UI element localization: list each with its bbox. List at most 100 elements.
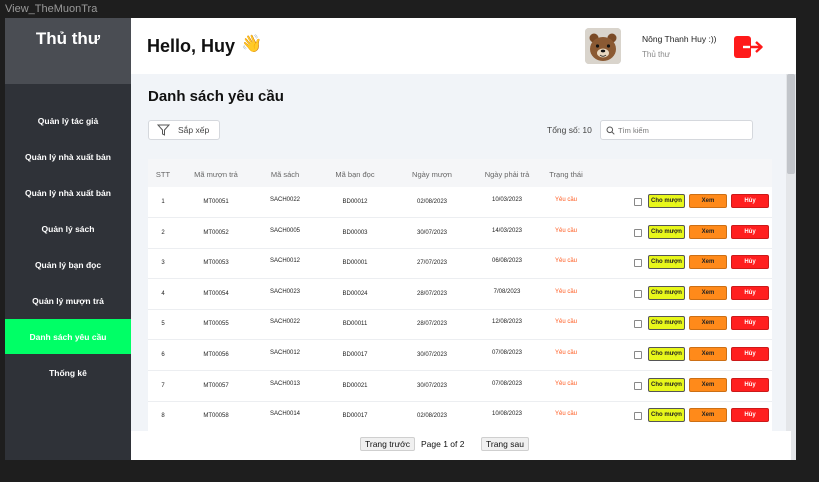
row-checkbox[interactable]: [634, 351, 642, 359]
table-row: 1 MT00051 SACH0022 BD00012 02/08/2023 10/03/2…: [148, 187, 772, 218]
total-count: Tổng số: 10: [547, 125, 592, 135]
approve-button[interactable]: Cho mượn: [648, 285, 685, 300]
cancel-button[interactable]: Hủy: [731, 347, 769, 361]
user-role: Thủ thư: [642, 50, 671, 59]
sidebar-item[interactable]: Quản lý sách: [5, 211, 131, 246]
frame-label: View_TheMuonTra: [5, 3, 98, 15]
table-cell: 10/08/2023: [491, 411, 523, 418]
table-cell: BD00017: [342, 413, 368, 420]
view-button[interactable]: Xem: [689, 255, 727, 270]
table-cell: MT00057: [203, 382, 229, 389]
sidebar-item[interactable]: Quản lý tác giả: [5, 103, 131, 138]
column-header[interactable]: STT: [156, 170, 170, 179]
sidebar-item[interactable]: Danh sách yêu cầu: [5, 319, 131, 354]
table-cell: 12/08/2023: [491, 319, 523, 326]
page-scrollbar[interactable]: [786, 74, 796, 460]
row-checkbox[interactable]: [634, 412, 642, 421]
table-cell: 4: [161, 290, 165, 297]
row-checkbox[interactable]: [634, 289, 642, 298]
table-cell: 5: [161, 321, 165, 328]
sidebar-item[interactable]: Quản lý mượn trả: [5, 283, 131, 318]
column-header[interactable]: Ngày mượn: [412, 170, 452, 179]
status-badge: Yêu cầu: [554, 197, 578, 203]
column-header[interactable]: Ngày phải trả: [485, 170, 530, 179]
table-cell: BD00017: [342, 352, 368, 358]
table-row: 6 MT00056 SACH0012 BD00017 30/07/2023 07/08/2…: [148, 340, 772, 371]
column-header[interactable]: Mã mượn trả: [194, 170, 238, 179]
row-checkbox[interactable]: [634, 320, 642, 329]
approve-button[interactable]: Cho mượn: [648, 316, 685, 331]
cancel-button[interactable]: Hủy: [731, 408, 769, 423]
table-row: 3 MT00053 SACH0012 BD00001 27/07/2023 06/08/2…: [148, 248, 772, 280]
row-checkbox[interactable]: [634, 381, 642, 390]
bear-avatar-icon[interactable]: [585, 28, 621, 64]
cancel-button[interactable]: Hủy: [731, 194, 769, 208]
view-button[interactable]: Xem: [689, 377, 727, 392]
table-row: 8 MT00058 SACH0014 BD00017 02/08/2023 10/08/2…: [148, 401, 772, 431]
logout-icon[interactable]: [733, 35, 765, 59]
status-badge: Yêu cầu: [554, 227, 578, 234]
table-cell: SACH0022: [269, 197, 301, 203]
search-box[interactable]: [600, 120, 753, 140]
table-row: 5 MT00055 SACH0022 BD00011 28/07/2023 12/08/2…: [148, 309, 772, 341]
row-checkbox[interactable]: [634, 259, 642, 268]
view-button[interactable]: Xem: [689, 285, 727, 300]
table-cell: 28/07/2023: [416, 321, 448, 328]
approve-button[interactable]: Cho mượn: [648, 255, 685, 270]
approve-button[interactable]: Cho mượn: [648, 224, 685, 239]
approve-button[interactable]: Cho mượn: [648, 408, 685, 423]
greeting: Hello, Huy: [147, 36, 236, 56]
table-cell: 27/07/2023: [416, 260, 448, 267]
approve-button[interactable]: Cho mượn: [648, 347, 685, 361]
cancel-button[interactable]: Hủy: [731, 285, 769, 300]
search-input[interactable]: [618, 125, 748, 135]
view-button[interactable]: Xem: [689, 316, 727, 331]
column-header[interactable]: Trạng thái: [549, 170, 583, 179]
table-header: STT Mã mượn trả Mã sách Mã bạn đọc Ngày mượn…: [148, 159, 772, 187]
scrollbar-thumb[interactable]: [787, 74, 795, 174]
table-cell: MT00054: [203, 290, 229, 297]
sidebar-item[interactable]: Thống kê: [5, 355, 131, 390]
row-checkbox[interactable]: [634, 198, 642, 206]
view-button[interactable]: Xem: [689, 224, 727, 239]
next-page-button[interactable]: Trang sau: [481, 437, 529, 451]
sidebar-item[interactable]: Quản lý nhà xuất bản: [5, 139, 131, 174]
table-cell: SACH0014: [269, 411, 301, 418]
user-name: Nông Thanh Huy :)): [642, 34, 717, 44]
view-button[interactable]: Xem: [689, 408, 727, 423]
sort-button[interactable]: Sắp xếp: [148, 120, 220, 140]
table-cell: SACH0023: [269, 288, 301, 295]
approve-button[interactable]: Cho mượn: [648, 194, 685, 208]
wave-emoji-icon: 👋: [241, 34, 263, 53]
prev-page-button[interactable]: Trang trước: [360, 437, 415, 451]
view-button[interactable]: Xem: [689, 194, 727, 208]
sidebar-item[interactable]: Quản lý nhà xuất bản: [5, 175, 131, 210]
cancel-button[interactable]: Hủy: [731, 224, 769, 239]
table-cell: SACH0013: [269, 380, 301, 387]
cancel-button[interactable]: Hủy: [731, 255, 769, 270]
sidebar-item[interactable]: Quản lý bạn đọc: [5, 247, 131, 282]
app-window: Thủ thư Quản lý tác giả Quản lý nhà xuất …: [5, 18, 796, 460]
table-row: 2 MT00052 SACH0005 BD00003 30/07/2023 14/03/2…: [148, 218, 772, 249]
request-table: STT Mã mượn trả Mã sách Mã bạn đọc Ngày mượn…: [148, 159, 772, 431]
table-cell: MT00053: [203, 260, 229, 267]
approve-button[interactable]: Cho mượn: [648, 377, 685, 392]
table-cell: 30/07/2023: [416, 229, 448, 236]
table-cell: 02/08/2023: [416, 199, 448, 205]
sidebar-brand: Thủ thư: [5, 18, 131, 84]
status-badge: Yêu cầu: [554, 288, 578, 295]
table-row: 7 MT00057 SACH0013 BD00021 30/07/2023 07/08/2…: [148, 371, 772, 402]
cancel-button[interactable]: Hủy: [731, 377, 769, 392]
row-checkbox[interactable]: [634, 228, 642, 237]
table-cell: 10/03/2023: [491, 197, 523, 203]
cancel-button[interactable]: Hủy: [731, 316, 769, 331]
column-header[interactable]: Mã bạn đọc: [335, 170, 374, 179]
column-header[interactable]: Mã sách: [271, 170, 299, 179]
table-cell: MT00052: [203, 229, 229, 236]
table-cell: 30/07/2023: [416, 382, 448, 389]
table-cell: 02/08/2023: [416, 413, 448, 420]
table-cell: 2: [161, 229, 165, 236]
table-cell: 28/07/2023: [416, 290, 448, 297]
table-cell: 8: [161, 413, 165, 420]
view-button[interactable]: Xem: [689, 347, 727, 361]
